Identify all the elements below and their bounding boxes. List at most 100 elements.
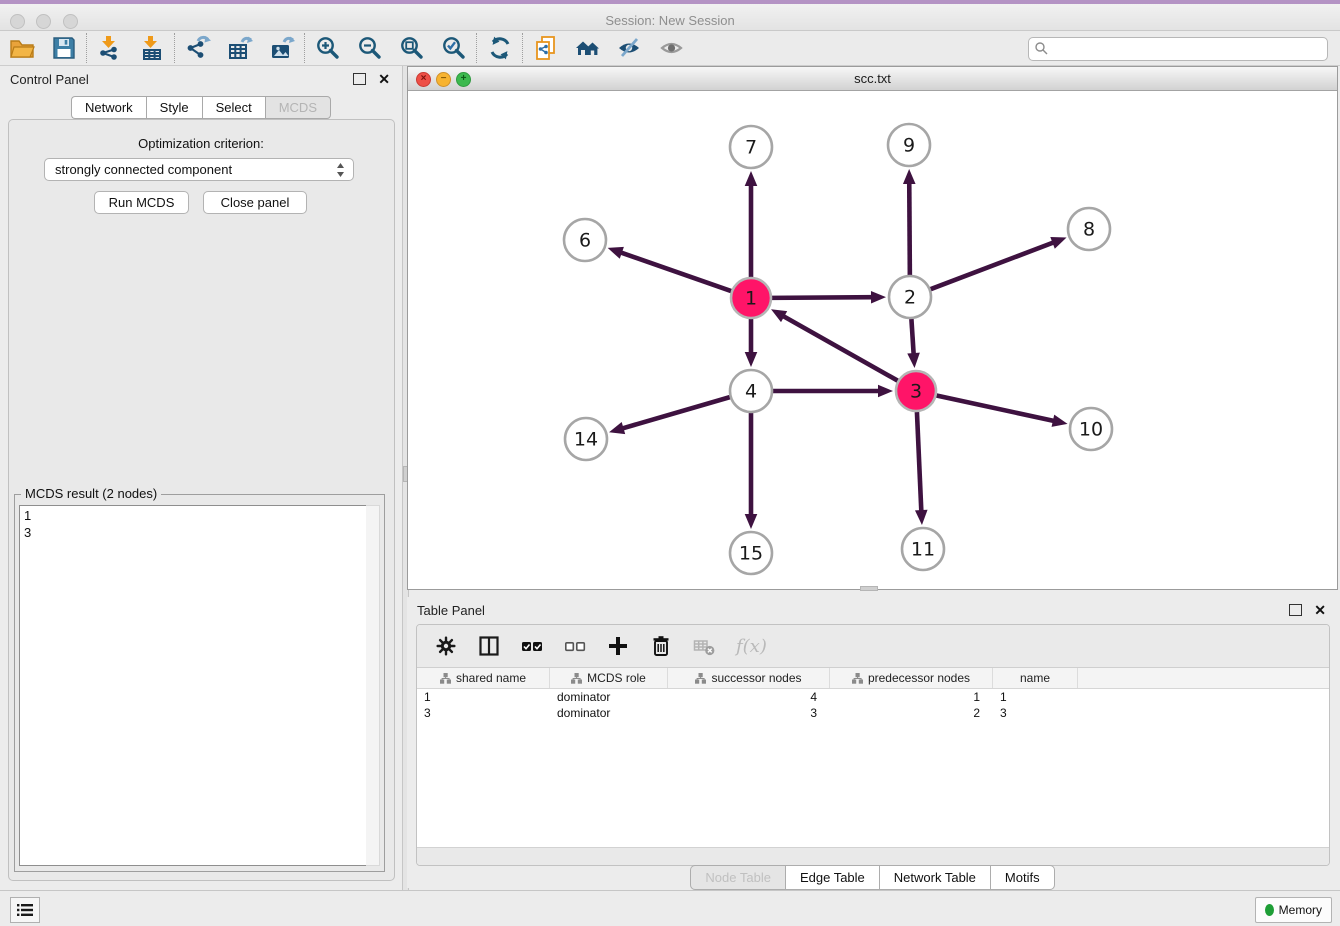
table-settings-icon[interactable] — [435, 635, 457, 657]
mcds-result-scrollbar[interactable] — [366, 505, 380, 866]
column-hierarchy-icon — [852, 673, 863, 684]
table-cell[interactable]: dominator — [550, 689, 668, 705]
column-header-name[interactable]: name — [993, 668, 1078, 688]
column-header-shared-name[interactable]: shared name — [417, 668, 550, 688]
export-network-icon[interactable] — [185, 35, 211, 61]
table-tab-edge-table[interactable]: Edge Table — [785, 865, 879, 890]
show-graphics-details-icon[interactable] — [659, 35, 685, 61]
graph-edge-arrowhead — [745, 171, 758, 186]
memory-button[interactable]: Memory — [1255, 897, 1332, 923]
save-session-icon[interactable] — [51, 35, 77, 61]
graph-edge-1-2[interactable] — [772, 297, 873, 298]
table-tab-node-table[interactable]: Node Table — [690, 865, 785, 890]
table-cell[interactable]: 4 — [668, 689, 830, 705]
control-panel-tab-mcds[interactable]: MCDS — [265, 96, 331, 119]
optimization-criterion-select[interactable]: strongly connected component — [44, 158, 354, 181]
application-window: Session: New Session — [0, 0, 1340, 926]
column-header-label: name — [1020, 671, 1050, 685]
add-row-icon[interactable] — [607, 635, 629, 657]
graph-node-label: 6 — [579, 230, 591, 252]
graph-node-label: 15 — [739, 543, 763, 565]
close-panel-icon[interactable]: ✕ — [1314, 605, 1326, 615]
column-header-predecessor-nodes[interactable]: predecessor nodes — [830, 668, 993, 688]
graph-node-label: 4 — [745, 381, 757, 403]
control-panel-tab-select[interactable]: Select — [202, 96, 265, 119]
graph-edge-arrowhead — [1052, 415, 1068, 427]
table-cell[interactable]: 3 — [993, 705, 1078, 721]
table-panel-title: Table Panel — [407, 603, 1289, 618]
graph-edge-2-8[interactable] — [931, 242, 1055, 289]
mcds-result-text[interactable]: 1 3 — [19, 505, 367, 866]
status-bar: Memory — [0, 890, 1340, 926]
export-image-icon[interactable] — [269, 35, 295, 61]
table-tab-network-table[interactable]: Network Table — [879, 865, 990, 890]
column-header-label: shared name — [456, 671, 526, 685]
open-session-icon[interactable] — [9, 35, 35, 61]
hide-selected-icon[interactable] — [617, 35, 643, 61]
horizontal-splitter-handle[interactable] — [860, 586, 878, 591]
select-all-icon[interactable] — [521, 635, 543, 657]
import-network-icon[interactable] — [97, 35, 123, 61]
search-icon — [1034, 41, 1048, 55]
show-column-icon[interactable] — [478, 635, 500, 657]
table-cell[interactable]: dominator — [550, 705, 668, 721]
control-panel-tab-style[interactable]: Style — [146, 96, 202, 119]
mcds-result-fieldset: MCDS result (2 nodes) 1 3 — [14, 494, 385, 872]
first-neighbors-icon[interactable] — [575, 35, 601, 61]
graph-edge-arrowhead — [609, 422, 625, 434]
graph-edge-4-14[interactable] — [622, 397, 730, 429]
memory-label: Memory — [1279, 903, 1322, 917]
search-input[interactable] — [1028, 37, 1328, 61]
table-row[interactable]: 1dominator411 — [417, 689, 1329, 705]
close-panel-icon[interactable]: ✕ — [378, 74, 390, 84]
table-cell[interactable]: 1 — [417, 689, 550, 705]
graph-edge-2-3[interactable] — [911, 319, 913, 355]
export-table-icon[interactable] — [227, 35, 253, 61]
close-panel-button[interactable]: Close panel — [203, 191, 307, 214]
refresh-icon[interactable] — [487, 35, 513, 61]
table-cell[interactable]: 3 — [668, 705, 830, 721]
delete-table-icon[interactable] — [693, 635, 715, 657]
graph-edge-arrowhead — [745, 514, 758, 529]
graph-edge-1-6[interactable] — [620, 252, 731, 291]
deselect-all-icon[interactable] — [564, 635, 586, 657]
table-cell[interactable]: 2 — [830, 705, 993, 721]
graph-node-label: 7 — [745, 137, 757, 159]
graph-node-label: 10 — [1079, 419, 1103, 441]
column-header-successor-nodes[interactable]: successor nodes — [668, 668, 830, 688]
table-hscrollbar[interactable] — [417, 847, 1329, 865]
column-header-label: successor nodes — [711, 671, 801, 685]
duplicate-network-icon[interactable] — [533, 35, 559, 61]
float-panel-icon[interactable] — [353, 73, 366, 85]
network-canvas[interactable]: 7968124314101511 — [408, 91, 1337, 590]
column-header-MCDS-role[interactable]: MCDS role — [550, 668, 668, 688]
graph-edge-3-11[interactable] — [917, 412, 921, 512]
zoom-selected-icon[interactable] — [441, 35, 467, 61]
graph-edge-2-9[interactable] — [909, 182, 910, 275]
node-table-container: f(x) shared nameMCDS rolesuccessor nodes… — [416, 624, 1330, 866]
task-history-button[interactable] — [10, 897, 40, 923]
zoom-in-icon[interactable] — [315, 35, 341, 61]
main-toolbar — [0, 31, 1340, 66]
table-cell[interactable]: 1 — [830, 689, 993, 705]
table-cell[interactable]: 1 — [993, 689, 1078, 705]
network-view-window: × − + scc.txt 7968124314101511 — [407, 66, 1338, 590]
table-header-row: shared name MCDS role successor nodes prede… — [417, 667, 1329, 689]
import-table-icon[interactable] — [139, 35, 165, 61]
table-cell[interactable]: 3 — [417, 705, 550, 721]
run-mcds-button[interactable]: Run MCDS — [94, 191, 189, 214]
zoom-fit-icon[interactable] — [399, 35, 425, 61]
graph-node-label: 14 — [574, 429, 598, 451]
column-hierarchy-icon — [440, 673, 451, 684]
table-tab-motifs[interactable]: Motifs — [990, 865, 1055, 890]
zoom-out-icon[interactable] — [357, 35, 383, 61]
optimization-criterion-label: Optimization criterion: — [0, 136, 402, 151]
graph-edge-3-10[interactable] — [937, 395, 1055, 421]
float-panel-icon[interactable] — [1289, 604, 1302, 616]
table-row[interactable]: 3dominator323 — [417, 705, 1329, 721]
delete-row-icon[interactable] — [650, 635, 672, 657]
graph-edge-3-1[interactable] — [782, 316, 897, 381]
control-panel-tabs: NetworkStyleSelectMCDS — [0, 96, 402, 119]
graph-edge-arrowhead — [745, 352, 758, 367]
control-panel-tab-network[interactable]: Network — [71, 96, 146, 119]
